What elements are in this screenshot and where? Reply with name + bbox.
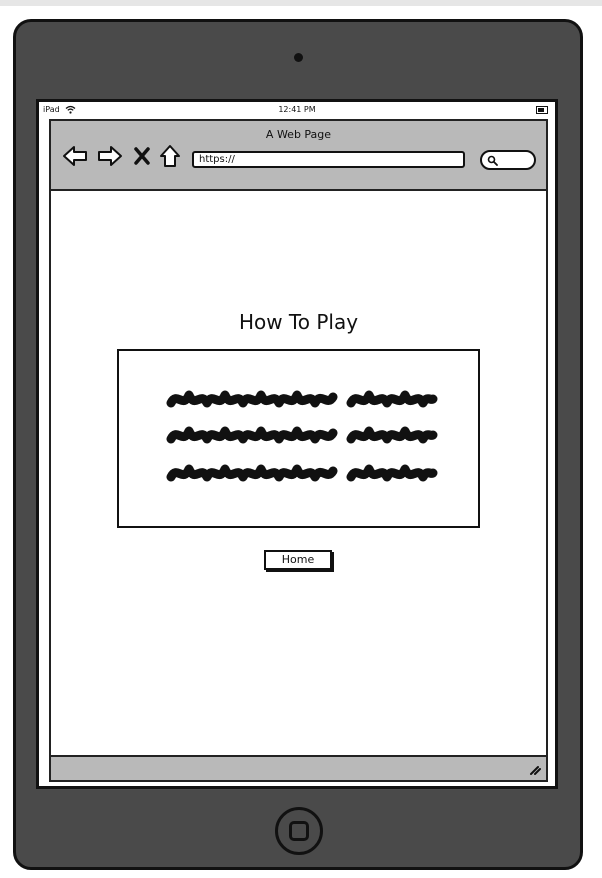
search-icon bbox=[487, 155, 498, 166]
scribble-text-placeholder bbox=[166, 390, 438, 482]
camera-dot bbox=[294, 53, 303, 62]
battery-icon bbox=[536, 106, 548, 114]
stop-icon[interactable] bbox=[130, 143, 154, 169]
status-bar: iPad 12:41 PM bbox=[40, 103, 554, 117]
page-title: A Web Page bbox=[265, 128, 332, 141]
home-icon[interactable] bbox=[157, 143, 183, 169]
top-strip bbox=[0, 0, 602, 6]
instructions-box bbox=[117, 349, 480, 528]
status-time: 12:41 PM bbox=[278, 105, 316, 114]
url-input[interactable]: https:// bbox=[192, 151, 465, 168]
page-heading: How To Play bbox=[238, 310, 359, 334]
resize-grip-icon[interactable] bbox=[529, 763, 541, 775]
home-button[interactable]: Home bbox=[264, 550, 332, 570]
browser-footer-bar bbox=[51, 755, 546, 780]
home-button-square-icon bbox=[289, 821, 309, 841]
search-input[interactable] bbox=[480, 150, 536, 170]
forward-arrow-icon[interactable] bbox=[96, 143, 124, 169]
back-arrow-icon[interactable] bbox=[61, 143, 89, 169]
